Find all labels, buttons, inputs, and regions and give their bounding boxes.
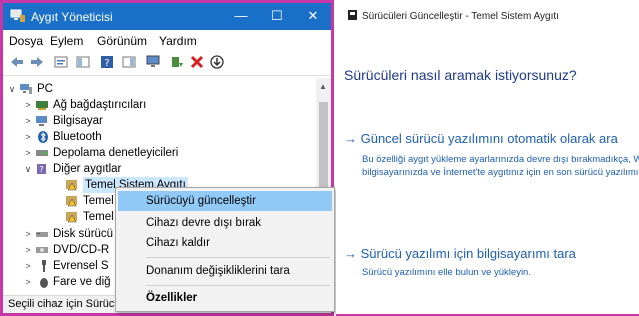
window-title: Aygıt Yöneticisi [31,10,113,24]
menu-item-uninstall-device[interactable]: Cihazı kaldır [118,233,332,253]
title-bar[interactable]: Aygıt Yöneticisi — ☐ ✕ [3,3,331,30]
svg-text:?: ? [104,58,109,69]
tree-label: Ağ bağdaştırıcıları [53,99,147,111]
disk-drive-icon [36,232,48,237]
toolbar: ? [3,50,331,76]
warning-device-icon [66,196,77,207]
chevron-right-icon[interactable]: > [23,145,33,161]
menu-item-properties[interactable]: Özellikler [118,288,332,308]
chevron-right-icon[interactable]: > [23,242,33,258]
tree-label: Diğer aygıtlar [53,163,122,175]
menu-separator [146,257,330,258]
tree-label: Bluetooth [53,131,102,143]
dvd-drive-icon [36,247,48,253]
maximize-icon[interactable]: ☐ [259,3,295,30]
computer-icon [20,84,32,94]
chevron-down-icon[interactable]: ∨ [23,161,33,177]
menu-help[interactable]: Yardım [159,34,197,48]
properties-icon[interactable] [53,54,69,70]
chevron-right-icon[interactable]: > [23,258,33,274]
menu-view[interactable]: Görünüm [97,34,147,48]
network-adapter-icon [36,101,48,110]
tree-label: Temel [83,195,114,207]
chevron-right-icon[interactable]: > [23,129,33,145]
tree-label: Evrensel S [53,260,109,272]
panel-icon[interactable] [121,54,137,70]
menu-separator [146,285,330,286]
chevron-right-icon[interactable]: > [23,274,33,290]
bluetooth-icon [38,131,48,143]
tree-label: Bilgisayar [53,115,103,127]
svg-text:?: ? [39,165,43,174]
search-automatically-option[interactable]: → Güncel sürücü yazılımını otomatik olar… [344,131,618,146]
chevron-right-icon[interactable]: > [23,226,33,242]
update-driver-icon[interactable] [169,54,185,70]
device-icon [348,10,357,20]
close-icon[interactable]: ✕ [295,3,331,30]
help-icon[interactable]: ? [99,54,115,70]
menu-item-update-driver[interactable]: Sürücüyü güncelleştir [118,191,332,211]
browse-computer-desc: Sürücü yazılımını elle bulun ve yükleyin… [362,267,531,278]
device-manager-app-icon [10,9,25,22]
computer-icon [36,116,47,126]
tree-label: Depolama denetleyicileri [53,147,179,159]
back-arrow-icon[interactable] [9,54,25,70]
wizard-question: Sürücüleri nasıl aramak istiyorsunuz? [344,67,577,83]
chevron-right-icon[interactable]: > [23,113,33,129]
chevron-down-icon[interactable]: ∨ [7,81,17,97]
mouse-icon [40,278,48,288]
usb-icon [42,260,46,272]
browse-computer-option[interactable]: → Sürücü yazılımı için bilgisayarımı tar… [344,246,576,261]
search-automatically-desc: bilgisayarınızda ve İnternet'te aygıtını… [362,167,639,178]
context-menu: Sürücüyü güncelleştir Cihazı devre dışı … [115,187,335,312]
scroll-up-icon[interactable]: ▲ [319,82,327,91]
download-icon[interactable] [209,54,225,70]
menu-file[interactable]: Dosya [9,34,43,48]
search-automatically-desc: Bu özelliği aygıt yükleme ayarlarınızda … [362,154,639,165]
tree-label: Disk sürücü [53,228,114,240]
wizard-header: Sürücüleri Güncelleştir - Temel Sistem A… [348,10,559,22]
chevron-right-icon[interactable]: > [23,97,33,113]
warning-device-icon [66,180,77,191]
forward-arrow-icon[interactable] [29,54,45,70]
warning-device-icon [66,212,77,223]
update-driver-wizard: Sürücüleri Güncelleştir - Temel Sistem A… [336,0,639,316]
menu-item-disable-device[interactable]: Cihazı devre dışı bırak [118,213,332,233]
wizard-header-text: Sürücüleri Güncelleştir - Temel Sistem A… [362,11,559,22]
uninstall-x-icon[interactable] [189,54,205,70]
menu-item-scan-hardware[interactable]: Donanım değişikliklerini tara [118,261,332,281]
tree-label: Fare ve diğ [53,276,111,288]
monitor-icon[interactable] [145,54,161,70]
storage-controller-icon [36,150,48,156]
tree-label: DVD/CD-R [53,244,110,256]
tree-label: PC [37,83,53,95]
minimize-icon[interactable]: — [223,3,259,30]
status-text: Seçili cihaz için Sürücü [8,298,121,310]
view-icon[interactable] [75,54,91,70]
tree-label: Temel [83,211,114,223]
unknown-device-icon: ? [37,164,46,174]
menu-bar: Dosya Eylem Görünüm Yardım [3,30,331,50]
menu-action[interactable]: Eylem [50,34,83,48]
